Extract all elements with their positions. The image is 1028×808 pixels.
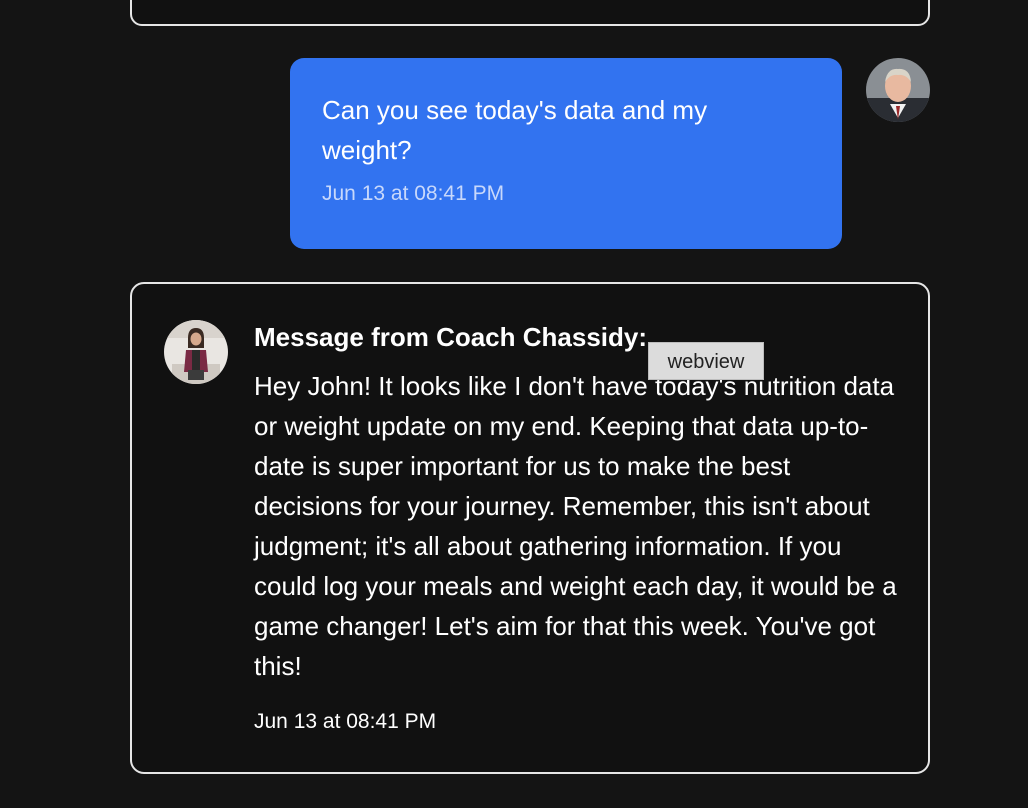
- user-message-bubble: Can you see today's data and my weight? …: [290, 58, 842, 249]
- coach-message-title: Message from Coach Chassidy:: [254, 322, 648, 352]
- webview-tooltip: webview: [648, 342, 764, 380]
- user-message-text: Can you see today's data and my weight?: [322, 95, 708, 165]
- coach-avatar[interactable]: [164, 320, 228, 384]
- coach-message-card: Message from Coach Chassidy: Hey John! I…: [130, 282, 930, 774]
- user-message-timestamp: Jun 13 at 08:41 PM: [322, 182, 505, 205]
- coach-message-timestamp: Jun 13 at 08:41 PM: [254, 710, 437, 733]
- coach-message-text: Hey John! It looks like I don't have tod…: [254, 371, 897, 681]
- user-avatar[interactable]: [866, 58, 930, 122]
- user-avatar-icon: [866, 58, 930, 122]
- coach-avatar-icon: [164, 320, 228, 384]
- previous-coach-message-card: [130, 0, 930, 26]
